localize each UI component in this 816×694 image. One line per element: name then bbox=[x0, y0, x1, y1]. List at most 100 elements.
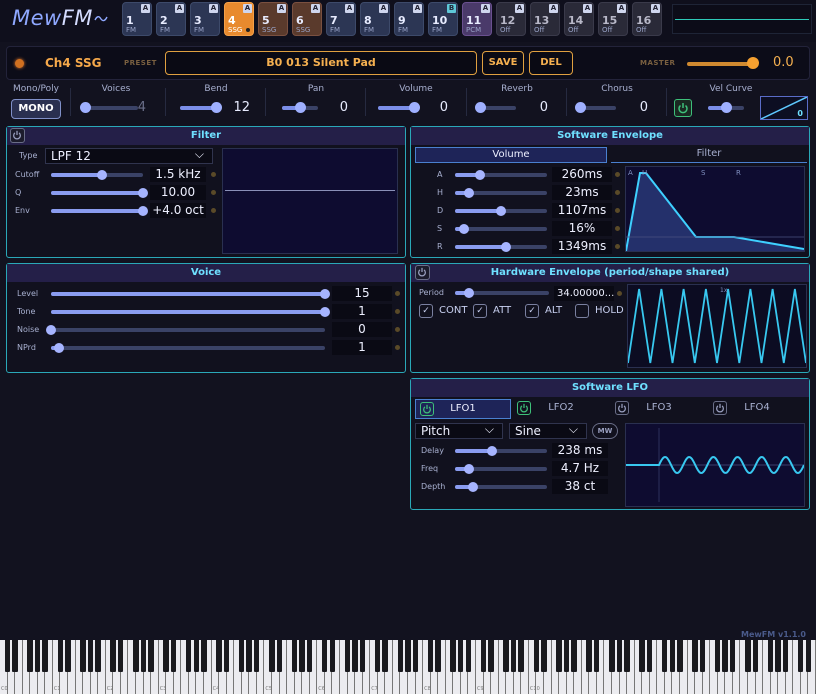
voice-row-slider-knob[interactable] bbox=[320, 307, 330, 317]
piano-black-key[interactable] bbox=[480, 640, 487, 672]
piano-black-key[interactable] bbox=[374, 640, 381, 672]
voice-row-value[interactable]: 1 bbox=[332, 304, 392, 319]
period-slider[interactable] bbox=[455, 288, 549, 298]
preset-selector[interactable]: B0 013 Silent Pad bbox=[165, 51, 477, 75]
tab-volume[interactable]: Volume bbox=[415, 147, 607, 163]
pan-slider-knob[interactable] bbox=[295, 102, 306, 113]
volume-slider[interactable] bbox=[378, 102, 420, 113]
piano-black-key[interactable] bbox=[646, 640, 653, 672]
shape-checkbox-hold[interactable] bbox=[575, 304, 589, 318]
piano-black-key[interactable] bbox=[344, 640, 351, 672]
env-row-slider-knob[interactable] bbox=[459, 224, 470, 234]
piano-black-key[interactable] bbox=[488, 640, 494, 672]
lfo-target-dropdown[interactable]: Pitch ⌵ bbox=[415, 422, 503, 439]
piano-black-key[interactable] bbox=[193, 640, 199, 672]
tab-filter[interactable]: Filter bbox=[611, 147, 807, 163]
channel-button-6[interactable]: 6 SSG A bbox=[292, 2, 322, 36]
channel-button-7[interactable]: 7 FM A bbox=[326, 2, 356, 36]
piano-black-key[interactable] bbox=[450, 640, 456, 672]
piano-black-key[interactable] bbox=[518, 640, 524, 672]
vel-curve-power-button[interactable] bbox=[674, 99, 692, 117]
piano-black-key[interactable] bbox=[616, 640, 623, 672]
reverb-slider[interactable] bbox=[475, 102, 516, 113]
filter-row-slider[interactable] bbox=[51, 206, 148, 216]
lfo-row-slider[interactable] bbox=[455, 482, 547, 492]
piano-black-key[interactable] bbox=[382, 640, 388, 672]
filter-row-slider[interactable] bbox=[51, 188, 148, 198]
channel-button-1[interactable]: 1 FM A bbox=[122, 2, 152, 36]
piano-black-key[interactable] bbox=[118, 640, 124, 672]
piano-black-key[interactable] bbox=[805, 640, 811, 672]
filter-power-button[interactable] bbox=[10, 128, 25, 143]
voice-row-slider-knob[interactable] bbox=[54, 343, 65, 353]
period-slider-knob[interactable] bbox=[464, 288, 475, 298]
piano-keyboard[interactable]: C0 C1 C2 C3 C4 C5 C6 C7 C8 C9 C10 bbox=[0, 640, 816, 694]
channel-button-3[interactable]: 3 FM A bbox=[190, 2, 220, 36]
filter-row-slider-knob[interactable] bbox=[96, 170, 107, 180]
piano-black-key[interactable] bbox=[669, 640, 675, 672]
filter-row-slider-knob[interactable] bbox=[138, 206, 148, 216]
filter-row-value[interactable]: 1.5 kHz bbox=[150, 167, 206, 182]
channel-button-4[interactable]: 4 SSG A bbox=[224, 2, 254, 36]
piano-black-key[interactable] bbox=[95, 640, 101, 672]
tab-lfo1[interactable]: LFO1 bbox=[415, 399, 511, 419]
piano-black-key[interactable] bbox=[435, 640, 441, 672]
piano-black-key[interactable] bbox=[291, 640, 298, 672]
piano-black-key[interactable] bbox=[662, 640, 668, 672]
piano-black-key[interactable] bbox=[87, 640, 94, 672]
hw-env-power-button[interactable] bbox=[415, 265, 430, 280]
env-row-value[interactable]: 1107ms bbox=[552, 203, 612, 218]
env-row-slider[interactable] bbox=[455, 170, 547, 180]
env-row-slider-knob[interactable] bbox=[496, 206, 506, 216]
volume-slider-knob[interactable] bbox=[409, 102, 420, 113]
piano-black-key[interactable] bbox=[503, 640, 509, 672]
piano-black-key[interactable] bbox=[458, 640, 464, 672]
filter-row-slider[interactable] bbox=[51, 170, 143, 180]
piano-black-key[interactable] bbox=[170, 640, 177, 672]
piano-black-key[interactable] bbox=[246, 640, 252, 672]
env-row-value[interactable]: 16% bbox=[552, 221, 612, 236]
piano-black-key[interactable] bbox=[714, 640, 721, 672]
env-row-slider[interactable] bbox=[455, 242, 547, 252]
piano-black-key[interactable] bbox=[586, 640, 592, 672]
piano-black-key[interactable] bbox=[322, 640, 328, 672]
channel-button-2[interactable]: 2 FM A bbox=[156, 2, 186, 36]
vel-curve-graph[interactable]: 0 bbox=[760, 96, 808, 120]
shape-checkbox-cont[interactable]: ✓ bbox=[419, 304, 433, 318]
piano-black-key[interactable] bbox=[412, 640, 419, 672]
piano-black-key[interactable] bbox=[699, 640, 706, 672]
piano-black-key[interactable] bbox=[4, 640, 11, 672]
channel-button-8[interactable]: 8 FM A bbox=[360, 2, 390, 36]
piano-black-key[interactable] bbox=[563, 640, 570, 672]
filter-type-dropdown[interactable]: LPF 12 ⌵ bbox=[45, 147, 213, 164]
piano-black-key[interactable] bbox=[752, 640, 759, 672]
piano-black-key[interactable] bbox=[798, 640, 804, 672]
piano-black-key[interactable] bbox=[609, 640, 615, 672]
piano-black-key[interactable] bbox=[163, 640, 169, 672]
bend-slider[interactable] bbox=[180, 102, 222, 113]
piano-black-key[interactable] bbox=[533, 640, 539, 672]
piano-black-key[interactable] bbox=[201, 640, 207, 672]
piano-black-key[interactable] bbox=[254, 640, 260, 672]
filter-row-slider-knob[interactable] bbox=[138, 188, 148, 198]
vel-curve-slider-knob[interactable] bbox=[721, 102, 732, 113]
piano-black-key[interactable] bbox=[730, 640, 736, 672]
lfo-row-value[interactable]: 4.7 Hz bbox=[552, 461, 608, 476]
voice-row-value[interactable]: 15 bbox=[332, 286, 392, 301]
piano-black-key[interactable] bbox=[767, 640, 774, 672]
chorus-slider-knob[interactable] bbox=[575, 102, 586, 113]
piano-black-key[interactable] bbox=[775, 640, 781, 672]
piano-black-key[interactable] bbox=[639, 640, 645, 672]
piano-black-key[interactable] bbox=[186, 640, 192, 672]
vel-curve-slider[interactable] bbox=[708, 102, 744, 113]
lfo-row-value[interactable]: 38 ct bbox=[552, 479, 608, 494]
env-row-slider-knob[interactable] bbox=[500, 242, 511, 252]
voice-row-value[interactable]: 1 bbox=[332, 340, 392, 355]
channel-button-15[interactable]: 15 Off A bbox=[598, 2, 628, 36]
channel-button-11[interactable]: 11 PCM A bbox=[462, 2, 492, 36]
piano-black-key[interactable] bbox=[276, 640, 283, 672]
mono-button[interactable]: MONO bbox=[11, 99, 61, 119]
piano-black-key[interactable] bbox=[216, 640, 222, 672]
piano-black-key[interactable] bbox=[299, 640, 305, 672]
piano-black-key[interactable] bbox=[359, 640, 366, 672]
